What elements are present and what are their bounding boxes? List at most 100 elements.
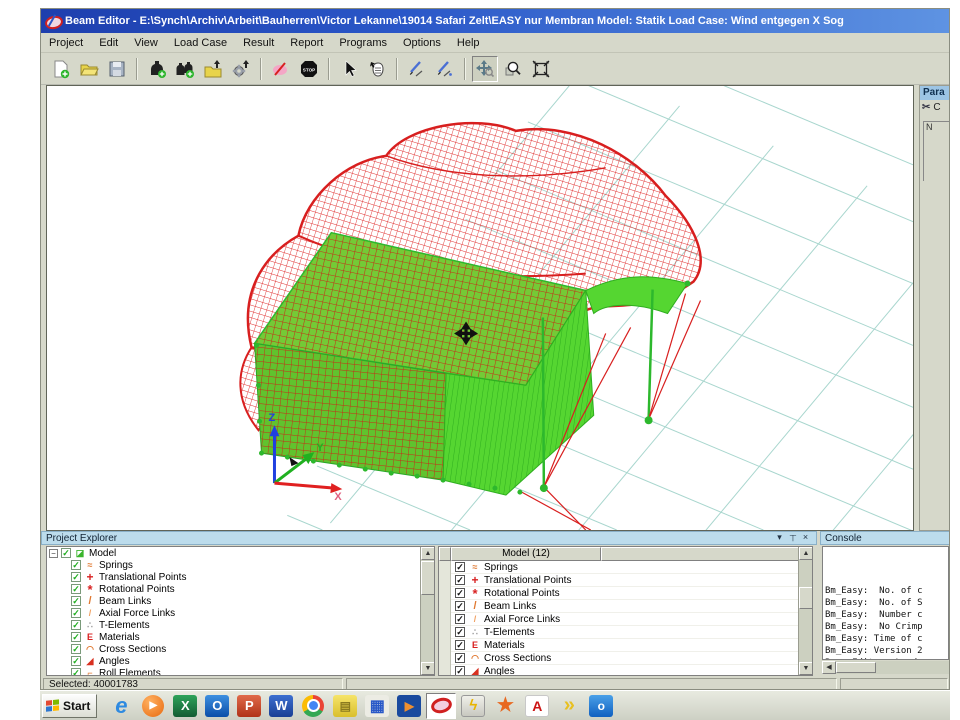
model-checklist-row[interactable]: Springs (439, 561, 812, 574)
model-checklist-row[interactable]: Beam Links (439, 600, 812, 613)
tree-item[interactable]: Cross Sections (47, 643, 434, 655)
tree-root-row[interactable]: − Model (47, 547, 434, 559)
tree-item[interactable]: Roll Elements (47, 667, 434, 676)
model-checklist-row[interactable]: Translational Points (439, 574, 812, 587)
tree-checkbox[interactable] (71, 608, 81, 618)
draw-link-button[interactable] (432, 56, 458, 82)
tree-item[interactable]: Springs (47, 559, 434, 571)
tree-checkbox[interactable] (71, 632, 81, 642)
tree-checkbox[interactable] (71, 620, 81, 630)
auto-hide-pin-icon[interactable]: ⊥ (786, 532, 799, 544)
scroll-down-icon[interactable]: ▼ (799, 662, 813, 675)
taskbar-item[interactable]: X (170, 693, 200, 719)
console-scroll-thumb[interactable] (836, 662, 876, 673)
tree-expander-icon[interactable]: − (49, 549, 58, 558)
taskbar-item[interactable]: W (266, 693, 296, 719)
scissors-icon[interactable]: ✂ (922, 102, 930, 113)
row-checkbox[interactable] (455, 601, 465, 611)
row-checkbox[interactable] (455, 640, 465, 650)
taskbar-item[interactable]: o (586, 693, 616, 719)
tree-checkbox[interactable] (71, 572, 81, 582)
model-checklist-row[interactable]: Axial Force Links (439, 613, 812, 626)
tree-checkbox[interactable] (61, 548, 71, 558)
menu-item[interactable]: Load Case (166, 35, 235, 51)
3d-viewport[interactable]: Z Y X (46, 85, 914, 531)
scroll-up-icon[interactable]: ▲ (799, 547, 813, 560)
tree-checkbox[interactable] (71, 584, 81, 594)
close-panel-icon[interactable]: × (799, 532, 812, 544)
model-checklist-row[interactable]: T-Elements (439, 626, 812, 639)
menu-item[interactable]: Report (282, 35, 331, 51)
zoom-fit-button[interactable] (528, 56, 554, 82)
panel-menu-caret-icon[interactable]: ▾ (773, 532, 786, 544)
row-checkbox[interactable] (455, 627, 465, 637)
title-bar[interactable]: Beam Editor - E:\Synch\Archiv\Arbeit\Bau… (41, 9, 949, 33)
stop-button[interactable]: STOP (296, 56, 322, 82)
row-checkbox[interactable] (455, 562, 465, 572)
model-tree[interactable]: − Model Springs Translational (46, 546, 435, 676)
import-folder-button[interactable] (200, 56, 226, 82)
taskbar-item[interactable]: » (554, 693, 584, 719)
row-checkbox[interactable] (455, 653, 465, 663)
tree-item[interactable]: Beam Links (47, 595, 434, 607)
taskbar-item[interactable] (298, 693, 328, 719)
scroll-down-icon[interactable]: ▼ (421, 662, 435, 675)
taskbar-item[interactable] (426, 693, 456, 719)
menu-item[interactable]: Project (41, 35, 91, 51)
tree-checkbox[interactable] (71, 668, 81, 676)
taskbar-item[interactable]: O (202, 693, 232, 719)
list-scroll-thumb[interactable] (799, 587, 813, 609)
menu-item[interactable]: Help (449, 35, 488, 51)
tree-item[interactable]: Translational Points (47, 571, 434, 583)
model-checklist-row[interactable]: Materials (439, 639, 812, 652)
console-output[interactable]: Bm_Easy: No. of cBm_Easy: No. of SBm_Eas… (822, 546, 949, 660)
taskbar-item[interactable]: e (106, 693, 136, 719)
model-checklist-row[interactable]: Angles (439, 665, 812, 676)
highlighter-off-button[interactable] (268, 56, 294, 82)
row-checkbox[interactable] (455, 666, 465, 676)
taskbar-item[interactable]: P (234, 693, 264, 719)
taskbar-item[interactable]: ϟ (458, 693, 488, 719)
taskbar-item[interactable]: ▤ (330, 693, 360, 719)
menu-item[interactable]: View (126, 35, 166, 51)
taskbar-item[interactable]: ▦ (362, 693, 392, 719)
model-column-header[interactable]: Model (12) (451, 547, 601, 561)
menu-item[interactable]: Result (235, 35, 282, 51)
tree-item[interactable]: T-Elements (47, 619, 434, 631)
scroll-up-icon[interactable]: ▲ (421, 547, 435, 560)
open-project-button[interactable] (76, 56, 102, 82)
tree-scroll-thumb[interactable] (421, 561, 435, 595)
model-checklist-scrollbar[interactable]: ▲ ▼ (798, 547, 812, 675)
tree-item[interactable]: Materials (47, 631, 434, 643)
scroll-left-icon[interactable]: ◀ (822, 661, 836, 674)
pick-grab-button[interactable] (364, 56, 390, 82)
tree-item[interactable]: Angles (47, 655, 434, 667)
taskbar-item[interactable]: A (522, 693, 552, 719)
tree-checkbox[interactable] (71, 656, 81, 666)
menu-item[interactable]: Edit (91, 35, 126, 51)
taskbar-item[interactable]: ★ (490, 693, 520, 719)
start-button[interactable]: Start (42, 694, 97, 718)
zoom-window-button[interactable] (500, 56, 526, 82)
tree-checkbox[interactable] (71, 560, 81, 570)
tree-item[interactable]: Axial Force Links (47, 607, 434, 619)
model-checklist-row[interactable]: Rotational Points (439, 587, 812, 600)
model-checklist-row[interactable]: Cross Sections (439, 652, 812, 665)
taskbar-item[interactable]: ▶ (394, 693, 424, 719)
console-hscrollbar[interactable]: ◀ (822, 661, 949, 674)
tree-scrollbar[interactable]: ▲ ▼ (420, 547, 434, 675)
menu-item[interactable]: Options (395, 35, 449, 51)
select-cursor-button[interactable] (336, 56, 362, 82)
tree-checkbox[interactable] (71, 596, 81, 606)
gear-export-button[interactable] (228, 56, 254, 82)
add-load-button[interactable] (144, 56, 170, 82)
pan-zoom-button[interactable] (472, 56, 498, 82)
row-checkbox[interactable] (455, 588, 465, 598)
menu-item[interactable]: Programs (331, 35, 395, 51)
row-checkbox[interactable] (455, 614, 465, 624)
tree-item[interactable]: Rotational Points (47, 583, 434, 595)
row-checkbox[interactable] (455, 575, 465, 585)
model-checklist[interactable]: Model (12) Springs T (438, 546, 813, 676)
add-load-group-button[interactable] (172, 56, 198, 82)
save-button[interactable] (104, 56, 130, 82)
